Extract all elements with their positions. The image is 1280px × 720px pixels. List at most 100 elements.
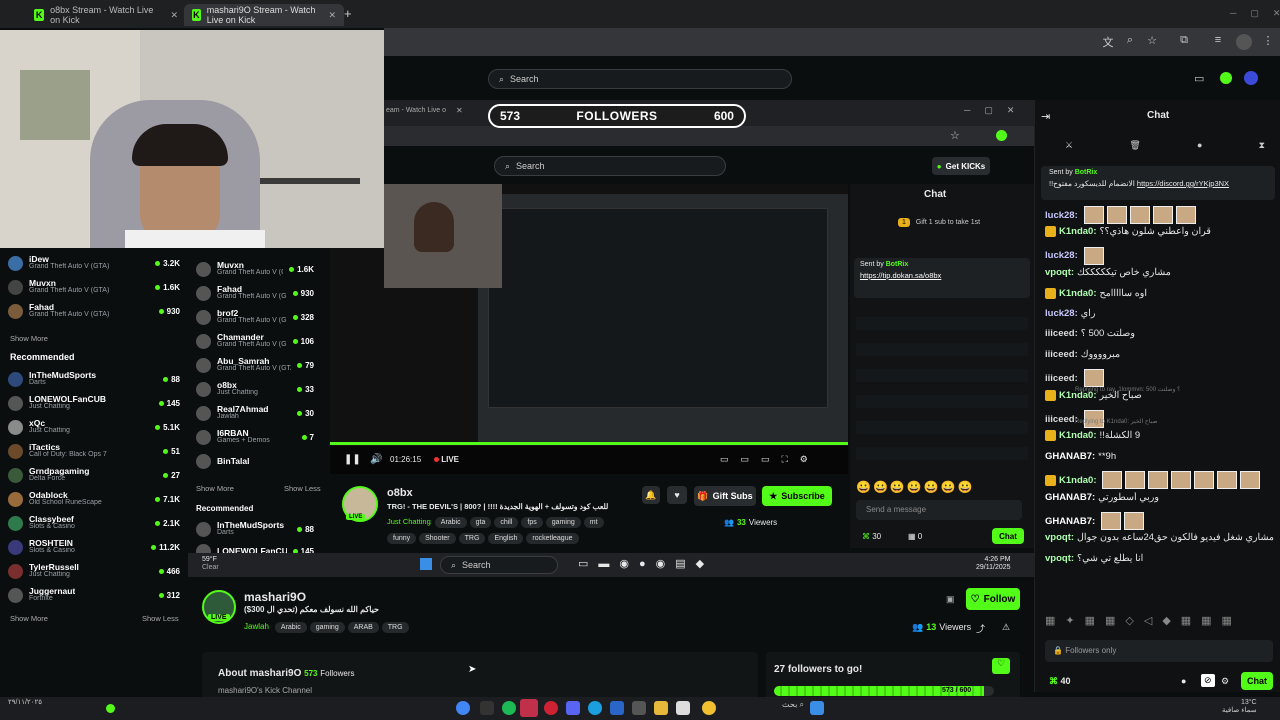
collapse-chat-icon[interactable]: ⇥ bbox=[1041, 110, 1050, 123]
chat-username[interactable]: GHANAB7: bbox=[1045, 516, 1095, 527]
sidebar-channel-bintalal: BinTalal bbox=[196, 450, 314, 472]
clip-icon[interactable]: ▣ bbox=[946, 594, 955, 605]
followers-only-input[interactable]: 🔒 Followers only bbox=[1045, 640, 1273, 662]
avatar bbox=[196, 357, 211, 373]
sidebar-channel-tylerrussell[interactable]: TylerRussell Just Chatting 466 bbox=[8, 560, 180, 582]
terminal-icon[interactable] bbox=[480, 701, 494, 715]
translate-icon[interactable]: 文 bbox=[1100, 34, 1116, 50]
chat-username[interactable]: iiiceed: bbox=[1045, 414, 1078, 425]
mute-icon[interactable]: ⊘ bbox=[1201, 674, 1215, 687]
chat-username[interactable]: K1nda0: bbox=[1059, 288, 1096, 299]
channel-text: brof2 Grand Theft Auto V (G... bbox=[217, 309, 287, 326]
tag-pill[interactable]: ARAB bbox=[347, 622, 379, 633]
avatar bbox=[8, 587, 23, 603]
show-less-link[interactable]: Show Less bbox=[142, 614, 179, 623]
kick-logo-icon[interactable] bbox=[1220, 72, 1232, 84]
tag-pill: English bbox=[488, 533, 524, 544]
app-icon-2[interactable] bbox=[632, 701, 646, 715]
emote-bar[interactable]: ▦✦▦▦◇◁◆▦▦▦ bbox=[1045, 614, 1271, 627]
tab-mashari9o[interactable]: K mashari9O Stream - Watch Live on Kick … bbox=[184, 4, 344, 26]
extensions-icon[interactable]: ⧉ bbox=[1176, 34, 1192, 50]
store-icon[interactable] bbox=[610, 701, 624, 715]
follow-button[interactable]: ♡ Follow bbox=[966, 588, 1020, 610]
chat-username[interactable]: iiiceed: bbox=[1045, 328, 1078, 339]
nested-screen bbox=[478, 194, 848, 444]
chat-username[interactable]: iiiceed: bbox=[1045, 373, 1078, 384]
chat-username[interactable]: GHANAB7: bbox=[1045, 492, 1095, 503]
taskbar-search[interactable]: بحث ⌕ bbox=[740, 700, 804, 717]
report-icon[interactable]: ⚠ bbox=[1002, 622, 1010, 633]
sidebar-channel-classybeef[interactable]: Classybeef Slots & Casino 2.1K bbox=[8, 512, 180, 534]
chat-username[interactable]: luck28: bbox=[1045, 308, 1078, 319]
chat-bubble-icon[interactable]: ● bbox=[1197, 140, 1202, 151]
notepad-icon[interactable] bbox=[676, 701, 690, 715]
chat-username[interactable]: K1nda0: bbox=[1059, 430, 1096, 441]
weather-widget[interactable]: 13°C سماء صافية bbox=[1222, 699, 1257, 714]
tag-pill[interactable]: TRG bbox=[381, 622, 409, 633]
share-icon[interactable]: ⤴ bbox=[976, 622, 985, 635]
sidebar-channel-odablock[interactable]: Odablock Old School RuneScape 7.1K bbox=[8, 488, 180, 510]
settings-icon[interactable]: ⚙ bbox=[1221, 676, 1229, 687]
reading-list-icon[interactable]: ≡ bbox=[1210, 34, 1226, 50]
user-avatar[interactable] bbox=[1244, 71, 1258, 85]
profile-avatar[interactable] bbox=[1236, 34, 1252, 50]
channel-name[interactable]: mashari9O bbox=[244, 590, 306, 604]
edge-icon[interactable] bbox=[588, 701, 602, 715]
chat-username[interactable]: vpoqt: bbox=[1045, 532, 1074, 543]
menu-dots-icon[interactable]: ⋮ bbox=[1260, 34, 1276, 50]
copilot-icon[interactable] bbox=[702, 701, 716, 715]
hourglass-icon[interactable]: ⧗ bbox=[1259, 140, 1265, 151]
chat-bubble-icon[interactable]: ● bbox=[1181, 676, 1186, 686]
pinned-message[interactable]: Sent by BotRix !!الانضمام للديسكورد مفتو… bbox=[1041, 166, 1275, 200]
chat-username[interactable]: luck28: bbox=[1045, 250, 1078, 261]
tray-clock[interactable]: ٢٩/١١/٢٠٢٥ bbox=[8, 699, 42, 707]
chat-username[interactable]: iiiceed: bbox=[1045, 349, 1078, 360]
app-icon[interactable] bbox=[520, 699, 538, 717]
inner-zero: ▦ 0 bbox=[908, 532, 923, 541]
trash-icon[interactable]: 🗑 bbox=[1129, 140, 1140, 151]
zoom-icon[interactable]: ⌕ bbox=[1122, 34, 1138, 50]
channel-text: Grndpagaming Delta Force bbox=[29, 467, 89, 484]
show-more-link-2[interactable]: Show More bbox=[10, 614, 48, 623]
chat-username[interactable]: K1nda0: bbox=[1059, 475, 1096, 486]
sidebar-channel-muvxn[interactable]: Muvxn Grand Theft Auto V (GTA) 1.6K bbox=[8, 276, 180, 298]
sidebar-channel-grndpagaming[interactable]: Grndpagaming Delta Force 27 bbox=[8, 464, 180, 486]
sidebar-channel-idew[interactable]: iDew Grand Theft Auto V (GTA) 3.2K bbox=[8, 252, 180, 274]
obs-icon[interactable] bbox=[544, 701, 558, 715]
chat-username[interactable]: K1nda0: bbox=[1059, 226, 1096, 237]
chat-send-button[interactable]: Chat bbox=[1241, 672, 1273, 690]
bookmark-star-icon[interactable]: ☆ bbox=[1144, 34, 1160, 50]
close-icon[interactable]: ✕ bbox=[328, 10, 336, 21]
sidebar-channel-lonewolfancub[interactable]: LONEWOLFanCUB Just Chatting 145 bbox=[8, 392, 180, 414]
chat-username[interactable]: GHANAB7: bbox=[1045, 451, 1095, 462]
close-icon[interactable]: ✕ bbox=[170, 10, 178, 21]
sidebar-channel-xqc[interactable]: xQc Just Chatting 5.1K bbox=[8, 416, 180, 438]
file-explorer-icon[interactable] bbox=[654, 701, 668, 715]
sword-icon[interactable]: ⚔ bbox=[1065, 140, 1073, 151]
new-tab-button[interactable]: + bbox=[344, 6, 352, 21]
windows-start-icon[interactable] bbox=[810, 701, 824, 715]
window-controls[interactable]: ─▢✕ bbox=[1230, 8, 1280, 19]
show-more-link[interactable]: Show More bbox=[10, 334, 48, 343]
inner-category: Just Chatting bbox=[387, 517, 431, 526]
sidebar-channel-inthemudsports[interactable]: InTheMudSports Darts 88 bbox=[8, 368, 180, 390]
chat-username[interactable]: vpoqt: bbox=[1045, 553, 1074, 564]
discord-icon[interactable] bbox=[566, 701, 580, 715]
channel-points[interactable]: ⌘ 40 bbox=[1049, 676, 1071, 687]
tag-pill[interactable]: gaming bbox=[309, 622, 345, 633]
chat-username[interactable]: luck28: bbox=[1045, 210, 1078, 221]
sidebar-channel-fahad[interactable]: Fahad Grand Theft Auto V (GTA) 930 bbox=[8, 300, 180, 322]
chrome-icon[interactable] bbox=[456, 701, 470, 715]
tab-o8bx[interactable]: K o8bx Stream - Watch Live on Kick ✕ bbox=[26, 4, 186, 26]
tray-kick-icon[interactable] bbox=[106, 704, 115, 713]
browse-icon[interactable]: ▭ bbox=[1194, 72, 1204, 85]
category-link[interactable]: Jawlah bbox=[244, 622, 269, 631]
sidebar-channel-juggernaut[interactable]: Juggernaut Fortnite 312 bbox=[8, 584, 180, 606]
sidebar-channel-brof2: brof2 Grand Theft Auto V (G... 328 bbox=[196, 306, 314, 328]
chat-username[interactable]: vpoqt: bbox=[1045, 267, 1074, 278]
tag-pill[interactable]: Arabic bbox=[274, 622, 307, 633]
sidebar-channel-itactics[interactable]: iTactics Call of Duty: Black Ops 7 51 bbox=[8, 440, 180, 462]
search-input[interactable]: ⌕ Search bbox=[488, 69, 792, 89]
spotify-icon[interactable] bbox=[502, 701, 516, 715]
sidebar-channel-roshtein[interactable]: ROSHTEIN Slots & Casino 11.2K bbox=[8, 536, 180, 558]
